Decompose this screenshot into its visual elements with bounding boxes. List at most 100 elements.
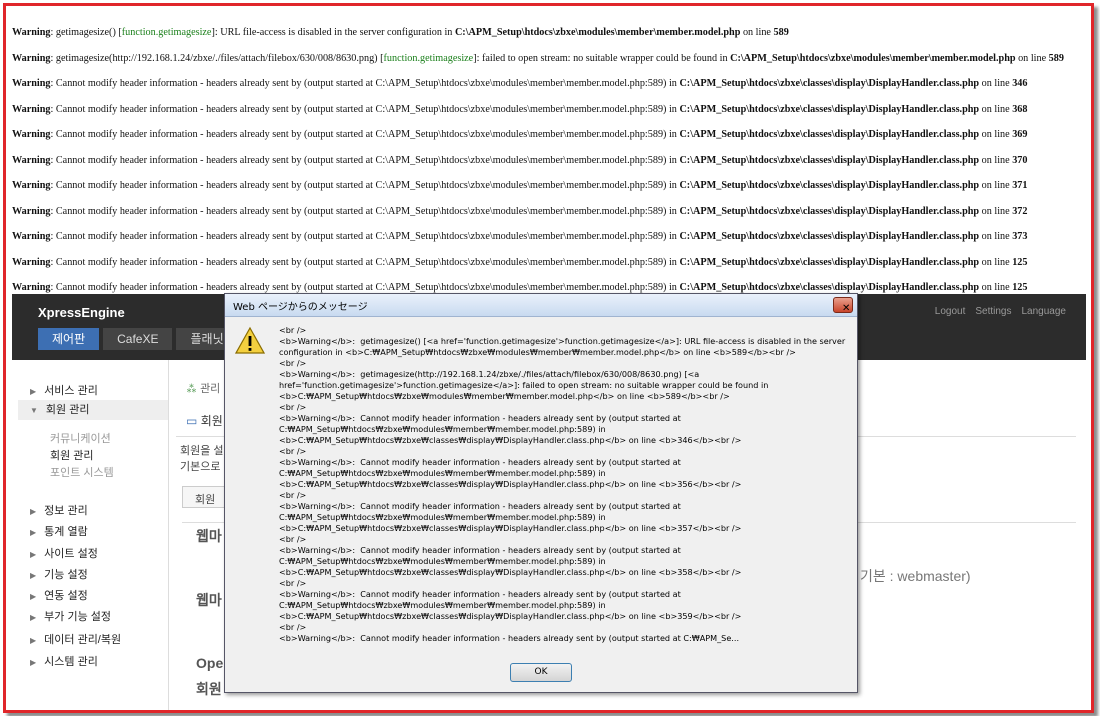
warning-text: : Cannot modify header information - hea…	[50, 78, 680, 89]
warning-text: on line	[979, 78, 1013, 89]
warning-text: 373	[1012, 231, 1028, 242]
language-link[interactable]: Language	[1022, 306, 1067, 317]
chevron-right-icon: ▶	[30, 550, 37, 559]
sidebar-item-stats[interactable]: ▶ 통계 열람	[30, 523, 88, 539]
description-line-1: 회원을 설	[180, 445, 224, 457]
warning-text: 589	[773, 27, 789, 38]
warning-text: 125	[1012, 256, 1028, 268]
logout-link[interactable]: Logout	[935, 306, 966, 317]
xe-tabs: 제어판 CafeXE 플래닛	[38, 328, 242, 350]
warning-text: 372	[1012, 205, 1028, 217]
admin-sidebar: ▶ 서비스 관리 ▼ 회원 관리 커뮤니케이션 회원 관리 포인트 시스템 ▶ 정보 …	[12, 360, 169, 710]
sidebar-subitem-points[interactable]: 포인트 시스템	[50, 464, 114, 480]
warning-text: ]: URL file-access is disabled in the se…	[211, 27, 455, 38]
settings-link[interactable]: Settings	[975, 306, 1011, 317]
warning-text: on line	[979, 205, 1013, 217]
dialog-title: Web ページからのメッセージ	[233, 302, 368, 313]
warning-label: Warning	[12, 180, 51, 191]
sidebar-item-system[interactable]: ▶ 시스템 관리	[30, 653, 98, 669]
warning-text: on line	[979, 154, 1013, 166]
sidebar-subitem-member[interactable]: 회원 관리	[50, 447, 94, 463]
warning-line: Warning: Cannot modify header informatio…	[12, 122, 1082, 148]
warning-text: : Cannot modify header information - hea…	[50, 154, 680, 166]
warning-text: 368	[1012, 103, 1028, 115]
warning-text: C:\APM_Setup\htdocs\zbxe\classes\display…	[679, 231, 980, 242]
warning-text: on line	[979, 282, 1013, 293]
warning-text: 370	[1012, 154, 1028, 166]
close-icon: ✕	[842, 303, 851, 314]
sidebar-item-member[interactable]: ▼ 회원 관리	[18, 400, 168, 420]
chevron-right-icon: ▶	[30, 636, 37, 645]
warning-label: Warning	[12, 52, 51, 64]
warning-text: C:\APM_Setup\htdocs\zbxe\classes\display…	[679, 282, 980, 293]
chevron-right-icon: ▶	[30, 613, 37, 622]
warning-text: 125	[1012, 282, 1028, 293]
close-button[interactable]: ✕	[833, 297, 853, 314]
row-label-webmaster-1: 웹마	[196, 528, 222, 544]
warning-label: Warning	[12, 282, 51, 293]
chevron-right-icon: ▶	[30, 571, 37, 580]
warning-text: 369	[1012, 129, 1028, 140]
warning-line: Warning: Cannot modify header informatio…	[12, 148, 1082, 174]
sidebar-item-site[interactable]: ▶ 사이트 설정	[30, 545, 98, 561]
dialog-message: <br /> <b>Warning</b>: getimagesize() [<…	[279, 325, 846, 643]
warning-text: ]: failed to open stream: no suitable wr…	[473, 52, 731, 64]
function-link[interactable]: function.getimagesize	[122, 27, 212, 38]
tab-cafexe[interactable]: CafeXE	[103, 328, 173, 350]
warning-text: on line	[979, 129, 1013, 140]
warning-text: C:\APM_Setup\htdocs\zbxe\classes\display…	[679, 256, 980, 268]
chevron-right-icon: ▶	[30, 387, 37, 396]
warning-text: on line	[1015, 52, 1049, 64]
warning-text: on line	[740, 27, 774, 38]
warning-text: C:\APM_Setup\htdocs\zbxe\classes\display…	[679, 103, 980, 115]
warning-label: Warning	[12, 154, 51, 166]
chevron-right-icon: ▶	[30, 658, 37, 667]
warning-text: C:\APM_Setup\htdocs\zbxe\modules\member\…	[454, 27, 741, 38]
warning-text: : getimagesize(http://192.168.1.24/zbxe/…	[50, 52, 384, 64]
warning-line: Warning: Cannot modify header informatio…	[12, 71, 1082, 97]
warning-label: Warning	[12, 205, 51, 217]
warning-text: : Cannot modify header information - hea…	[50, 103, 680, 115]
page-title: ▭ 회원	[186, 414, 223, 428]
sitemap-icon: ⁂	[186, 383, 197, 395]
php-warnings: Warning: getimagesize() [function.getima…	[12, 20, 1082, 301]
sidebar-item-addons[interactable]: ▶ 부가 기능 설정	[30, 608, 111, 624]
warning-text: : Cannot modify header information - hea…	[50, 129, 680, 140]
warning-text: : Cannot modify header information - hea…	[50, 282, 680, 293]
description-line-2: 기본으로	[180, 461, 221, 473]
warning-text: on line	[979, 103, 1013, 115]
breadcrumb: ⁂ 관리	[186, 383, 221, 395]
warning-line: Warning: Cannot modify header informatio…	[12, 224, 1082, 250]
section-open: Ope	[196, 655, 224, 671]
warning-text: on line	[979, 231, 1013, 242]
warning-text: C:\APM_Setup\htdocs\zbxe\classes\display…	[679, 154, 980, 166]
warning-icon	[235, 326, 265, 354]
function-link[interactable]: function.getimagesize	[384, 53, 474, 64]
warning-text: C:\APM_Setup\htdocs\zbxe\classes\display…	[679, 129, 980, 140]
dialog-titlebar[interactable]: Web ページからのメッセージ ✕	[225, 294, 857, 317]
utility-links: Logout Settings Language	[935, 306, 1066, 317]
sidebar-item-info[interactable]: ▶ 정보 관리	[30, 502, 88, 518]
warning-text: C:\APM_Setup\htdocs\zbxe\modules\member\…	[730, 52, 1016, 64]
sidebar-item-service[interactable]: ▶ 서비스 관리	[30, 382, 98, 398]
ok-button[interactable]: OK	[510, 663, 572, 682]
chevron-down-icon: ▼	[30, 406, 38, 415]
sidebar-subitem-communication[interactable]: 커뮤니케이션	[50, 430, 111, 446]
warning-label: Warning	[12, 103, 51, 115]
sidebar-item-integration[interactable]: ▶ 연동 설정	[30, 587, 88, 603]
sidebar-item-data[interactable]: ▶ 데이터 관리/복원	[30, 631, 121, 647]
warning-label: Warning	[12, 231, 51, 242]
row-label-webmaster-2: 웹마	[196, 592, 222, 608]
warning-line: Warning: Cannot modify header informatio…	[12, 199, 1082, 225]
warning-text: on line	[979, 256, 1013, 268]
alert-dialog: Web ページからのメッセージ ✕ <br /> <b>Warning</b>:…	[224, 293, 858, 693]
sidebar-item-features[interactable]: ▶ 기능 설정	[30, 566, 88, 582]
warning-line: Warning: Cannot modify header informatio…	[12, 173, 1082, 199]
default-hint: 기본 : webmaster)	[860, 568, 971, 584]
warning-line: Warning: Cannot modify header informatio…	[12, 97, 1082, 123]
xe-logo[interactable]: XpressEngine	[38, 305, 125, 320]
warning-label: Warning	[12, 256, 51, 268]
warning-text: : Cannot modify header information - hea…	[50, 180, 680, 191]
warning-line: Warning: getimagesize() [function.getima…	[12, 20, 1082, 46]
tab-control-panel[interactable]: 제어판	[38, 328, 100, 350]
